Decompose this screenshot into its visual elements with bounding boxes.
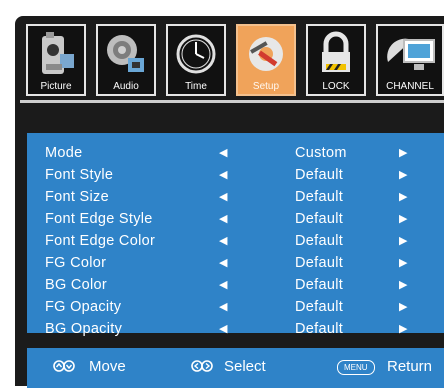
- right-arrow-icon[interactable]: ▶: [399, 251, 408, 275]
- select-hint-label: Select: [224, 358, 266, 375]
- tab-lock[interactable]: LOCK: [306, 24, 366, 96]
- setting-label: Font Style: [45, 167, 114, 183]
- right-arrow-icon[interactable]: ▶: [399, 273, 408, 297]
- setting-value: Custom: [295, 145, 347, 161]
- setting-label: BG Color: [45, 277, 108, 293]
- setting-fg-opacity[interactable]: FG Opacity ◀ Default ▶: [27, 295, 444, 319]
- left-arrow-icon[interactable]: ◀: [219, 251, 228, 275]
- move-hint-label: Move: [89, 358, 126, 375]
- setting-font-edge-color[interactable]: Font Edge Color ◀ Default ▶: [27, 229, 444, 253]
- tab-channel-label: CHANNEL: [386, 81, 434, 92]
- left-arrow-icon[interactable]: ◀: [219, 295, 228, 319]
- setting-value: Default: [295, 233, 344, 249]
- tab-channel[interactable]: CHANNEL: [376, 24, 444, 96]
- tab-audio[interactable]: Audio: [96, 24, 156, 96]
- left-arrow-icon[interactable]: ◀: [219, 141, 228, 165]
- setup-tools-icon: [249, 37, 283, 71]
- setting-label: BG Opacity: [45, 321, 123, 337]
- tab-setup-label: Setup: [252, 81, 280, 92]
- setting-value: Default: [295, 211, 344, 227]
- clock-icon: [176, 34, 216, 74]
- setting-font-edge-style[interactable]: Font Edge Style ◀ Default ▶: [27, 207, 444, 231]
- setting-value: Default: [295, 189, 344, 205]
- tab-picture-label: Picture: [40, 81, 72, 92]
- settings-panel: Mode ◀ Custom ▶ Font Style ◀ Default ▶ F…: [27, 133, 444, 337]
- lock-icon: [322, 31, 350, 72]
- return-hint-label: Return: [387, 358, 433, 375]
- left-arrow-icon[interactable]: ◀: [219, 273, 228, 297]
- tab-separator: [20, 100, 444, 103]
- footer-bar: Move Select MENU Return: [27, 348, 444, 388]
- tab-audio-label: Audio: [113, 81, 139, 92]
- audio-icon: [107, 35, 144, 72]
- left-arrow-icon[interactable]: ◀: [219, 163, 228, 187]
- setting-label: Font Size: [45, 189, 109, 205]
- right-arrow-icon[interactable]: ▶: [399, 185, 408, 209]
- setting-font-size[interactable]: Font Size ◀ Default ▶: [27, 185, 444, 209]
- right-arrow-icon[interactable]: ▶: [399, 229, 408, 253]
- right-arrow-icon[interactable]: ▶: [399, 317, 408, 341]
- tab-lock-label: LOCK: [322, 81, 350, 92]
- setting-label: Font Edge Style: [45, 211, 153, 227]
- setting-value: Default: [295, 321, 344, 337]
- right-arrow-icon[interactable]: ▶: [399, 141, 408, 165]
- channel-dish-icon: [387, 38, 435, 70]
- left-right-keys-icon: [191, 360, 213, 372]
- tab-setup[interactable]: Setup: [236, 24, 296, 96]
- setting-value: Default: [295, 255, 344, 271]
- tab-time[interactable]: Time: [166, 24, 226, 96]
- left-arrow-icon[interactable]: ◀: [219, 185, 228, 209]
- setting-value: Default: [295, 167, 344, 183]
- right-arrow-icon[interactable]: ▶: [399, 163, 408, 187]
- left-arrow-icon[interactable]: ◀: [219, 317, 228, 341]
- setting-label: Font Edge Color: [45, 233, 156, 249]
- right-arrow-icon[interactable]: ▶: [399, 295, 408, 319]
- setting-label: FG Color: [45, 255, 107, 271]
- picture-icon: [42, 32, 74, 74]
- tab-picture[interactable]: Picture: [26, 24, 86, 96]
- setting-fg-color[interactable]: FG Color ◀ Default ▶: [27, 251, 444, 275]
- left-arrow-icon[interactable]: ◀: [219, 229, 228, 253]
- right-arrow-icon[interactable]: ▶: [399, 207, 408, 231]
- tab-time-label: Time: [185, 81, 207, 92]
- up-down-keys-icon: [53, 360, 75, 372]
- setting-font-style[interactable]: Font Style ◀ Default ▶: [27, 163, 444, 187]
- menu-key-icon: MENU: [337, 360, 375, 375]
- setting-bg-opacity[interactable]: BG Opacity ◀ Default ▶: [27, 317, 444, 341]
- setting-mode[interactable]: Mode ◀ Custom ▶: [27, 141, 444, 165]
- setting-label: Mode: [45, 145, 83, 161]
- left-arrow-icon[interactable]: ◀: [219, 207, 228, 231]
- setting-label: FG Opacity: [45, 299, 122, 315]
- setting-value: Default: [295, 299, 344, 315]
- setting-value: Default: [295, 277, 344, 293]
- setting-bg-color[interactable]: BG Color ◀ Default ▶: [27, 273, 444, 297]
